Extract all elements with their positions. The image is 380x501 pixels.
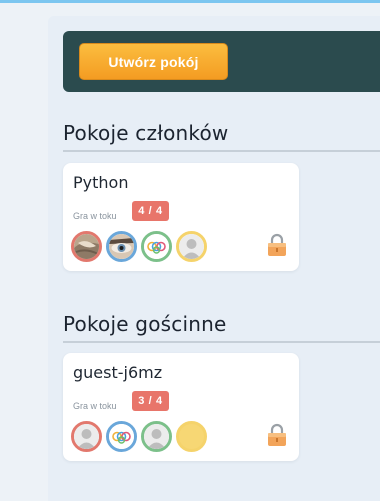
avatar [176, 231, 207, 262]
lock-icon [267, 233, 287, 257]
avatar [106, 421, 137, 452]
top-accent-strip [0, 0, 380, 3]
avatar [106, 231, 137, 262]
avatar [71, 421, 102, 452]
player-avatars [71, 421, 221, 453]
player-avatars [71, 231, 221, 263]
guest-rooms-title: Pokoje gościnne [63, 312, 227, 336]
section-divider [63, 150, 380, 152]
room-card[interactable]: guest-j6mz Gra w toku 3 / 4 [63, 353, 299, 461]
player-count-badge: 4 / 4 [132, 201, 169, 221]
avatar [141, 231, 172, 262]
player-count-badge: 3 / 4 [132, 391, 169, 411]
room-name: guest-j6mz [73, 363, 163, 382]
room-name: Python [73, 173, 129, 192]
members-rooms-title: Pokoje członków [63, 121, 229, 145]
section-divider [63, 341, 380, 343]
room-card[interactable]: Python Gra w toku 4 / 4 [63, 163, 299, 271]
room-status: Gra w toku [73, 401, 117, 411]
create-room-button[interactable]: Utwórz pokój [79, 43, 228, 80]
lock-icon [267, 423, 287, 447]
avatar [71, 231, 102, 262]
room-status: Gra w toku [73, 211, 117, 221]
empty-slot [176, 421, 207, 452]
avatar [141, 421, 172, 452]
